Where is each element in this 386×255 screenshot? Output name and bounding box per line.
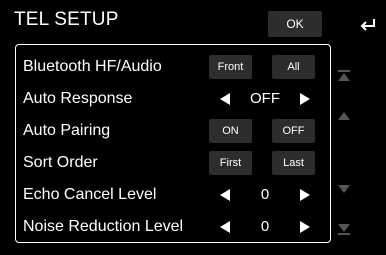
off-button[interactable]: OFF [272,119,315,143]
last-button[interactable]: Last [272,151,315,175]
arrow-left-icon [220,221,230,233]
back-arrow-icon [360,19,375,31]
decrease-button[interactable] [213,215,237,239]
arrow-right-icon [300,189,310,201]
setting-row-auto-pairing: Auto Pairing ON OFF [23,118,328,144]
setting-label: Bluetooth HF/Audio [23,58,162,75]
arrow-left-icon [220,189,230,201]
scroll-top-icon [338,70,350,81]
setting-value: 0 [260,218,270,235]
scroll-up-button[interactable] [337,112,351,120]
scroll-bottom-button[interactable] [337,223,351,235]
front-button[interactable]: Front [209,55,252,79]
setting-label: Auto Response [23,90,133,107]
arrow-right-icon [300,93,310,105]
setting-value: 0 [260,186,270,203]
setting-row-noise-reduction-level: Noise Reduction Level 0 [23,214,328,240]
increase-button[interactable] [293,183,317,207]
setting-row-bluetooth-hf-audio: Bluetooth HF/Audio Front All [23,54,328,80]
setting-label: Echo Cancel Level [23,186,157,203]
on-button[interactable]: ON [209,119,252,143]
first-button[interactable]: First [209,151,252,175]
setting-row-sort-order: Sort Order First Last [23,150,328,176]
setting-label: Auto Pairing [23,122,111,139]
scroll-up-icon [338,112,350,120]
scroll-bottom-icon [338,224,350,235]
scroll-top-button[interactable] [337,70,351,82]
decrease-button[interactable] [213,183,237,207]
page-title: TEL SETUP [14,9,119,30]
setting-row-auto-response: Auto Response OFF [23,86,328,112]
all-button[interactable]: All [272,55,315,79]
increase-button[interactable] [293,215,317,239]
arrow-left-icon [220,93,230,105]
setting-label: Sort Order [23,154,98,171]
tel-setup-screen: TEL SETUP OK Bluetooth HF/Audio Front Al… [0,0,386,255]
decrease-button[interactable] [213,87,237,111]
setting-value: OFF [250,90,280,107]
setting-label: Noise Reduction Level [23,218,184,235]
back-button[interactable] [356,12,380,38]
increase-button[interactable] [293,87,317,111]
scroll-down-icon [338,185,350,193]
setting-row-echo-cancel-level: Echo Cancel Level 0 [23,182,328,208]
ok-button[interactable]: OK [268,11,322,37]
scroll-down-button[interactable] [337,185,351,193]
arrow-right-icon [300,221,310,233]
